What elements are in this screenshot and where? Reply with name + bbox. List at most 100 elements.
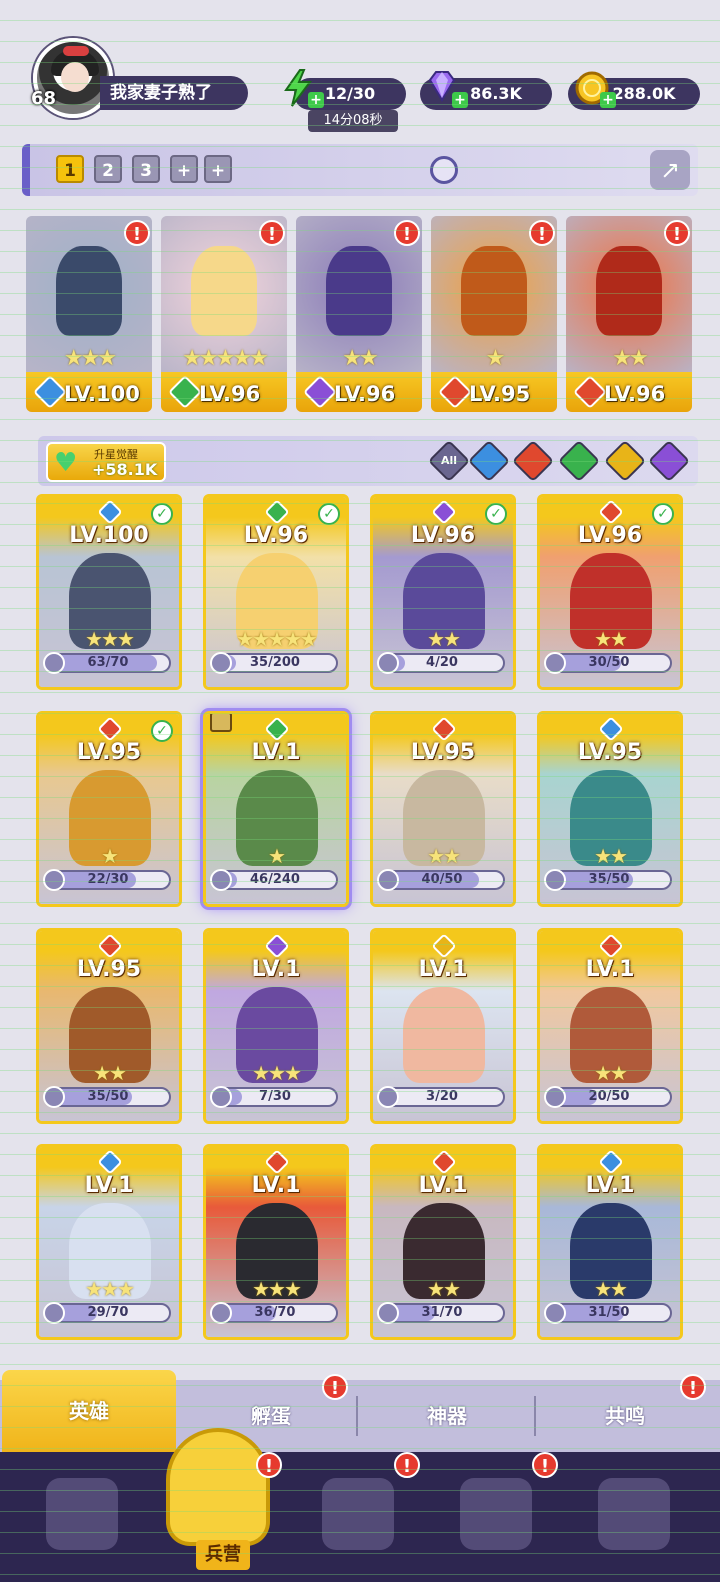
treasure-icon bbox=[210, 714, 232, 732]
hero-level: LV.96 bbox=[577, 523, 643, 548]
hero-card[interactable]: LV.95 ★★ 35/50 bbox=[537, 711, 683, 907]
shard-count: 63/70 bbox=[87, 655, 129, 670]
player-level: 68 bbox=[31, 88, 57, 109]
team-slot-2[interactable]: 2 bbox=[94, 155, 122, 183]
tab-heroes[interactable]: 英雄 bbox=[2, 1370, 176, 1452]
resonance-alert-icon: ! bbox=[680, 1374, 706, 1400]
hero-stars: ★★ bbox=[594, 627, 628, 651]
temple-alert-icon: ! bbox=[532, 1452, 558, 1478]
shard-progress-bar: 31/50 bbox=[544, 1302, 672, 1324]
hero-level: LV.95 bbox=[410, 740, 476, 765]
hero-card[interactable]: LV.1 ★★ 31/50 bbox=[537, 1144, 683, 1340]
shard-progress-bar: 36/70 bbox=[210, 1302, 338, 1324]
hero-card[interactable]: LV.100 ★★★ 63/70 ✓ bbox=[36, 494, 182, 690]
hero-stars: ★★ bbox=[594, 1061, 628, 1085]
upgrade-alert-icon: ! bbox=[124, 220, 150, 246]
hero-stars: ★★★ bbox=[252, 1277, 302, 1301]
hero-stars: ★★★ bbox=[85, 1277, 135, 1301]
hero-card[interactable]: LV.1 3/20 bbox=[370, 928, 516, 1124]
team-slot-add-2[interactable]: + bbox=[204, 155, 232, 183]
hero-card[interactable]: LV.1 ★★★ 36/70 bbox=[203, 1144, 349, 1340]
awaken-value: +58.1K bbox=[92, 460, 158, 479]
nav-cards-icon[interactable] bbox=[46, 1478, 118, 1550]
hero-card[interactable]: LV.95 ★★ 40/50 bbox=[370, 711, 516, 907]
nav-guild-icon[interactable] bbox=[598, 1478, 670, 1550]
shard-count: 30/50 bbox=[588, 655, 630, 670]
gems-plus-icon[interactable]: + bbox=[452, 92, 468, 108]
tab-artifacts[interactable]: 神器 bbox=[360, 1380, 534, 1452]
hero-card[interactable]: LV.1 ★ 46/240 bbox=[203, 711, 349, 907]
upgrade-alert-icon: ! bbox=[394, 220, 420, 246]
hero-level: LV.100 bbox=[64, 382, 140, 406]
team-slot-3[interactable]: 3 bbox=[132, 155, 160, 183]
nav-temple-icon[interactable] bbox=[460, 1478, 532, 1550]
energy-plus-icon[interactable]: + bbox=[308, 92, 324, 108]
hero-card[interactable]: LV.1 ★★ 20/50 bbox=[537, 928, 683, 1124]
hero-card[interactable]: LV.96 ★★ 4/20 ✓ bbox=[370, 494, 516, 690]
filter-light-icon[interactable] bbox=[603, 439, 647, 483]
shard-count: 36/70 bbox=[254, 1305, 296, 1320]
hero-stars: ★★ bbox=[342, 346, 378, 371]
hero-level: LV.1 bbox=[585, 957, 635, 982]
hero-card[interactable]: LV.1 ★★★ 7/30 bbox=[203, 928, 349, 1124]
team-hero-card[interactable]: ★★ LV.96! bbox=[296, 216, 422, 412]
shard-progress-bar: 20/50 bbox=[544, 1086, 672, 1108]
nav-map-icon[interactable] bbox=[322, 1478, 394, 1550]
shard-count: 20/50 bbox=[588, 1089, 630, 1104]
shard-count: 35/50 bbox=[588, 872, 630, 887]
upgrade-alert-icon: ! bbox=[529, 220, 555, 246]
share-button[interactable]: ↗ bbox=[650, 150, 690, 190]
hero-figure bbox=[596, 246, 662, 336]
filter-water-icon[interactable] bbox=[467, 439, 511, 483]
nav-barracks-label: 兵营 bbox=[196, 1540, 250, 1570]
shard-count: 35/50 bbox=[87, 1089, 129, 1104]
team-info-icon[interactable] bbox=[430, 156, 458, 184]
top-header: 68 我家妻子熟了 12/30 + 14分08秒 86.3K + 288.0K … bbox=[0, 30, 720, 132]
star-awaken-button[interactable]: ♥ 升星觉醒 +58.1K bbox=[46, 442, 166, 482]
filter-dark-icon[interactable] bbox=[647, 439, 691, 483]
shard-progress-bar: 4/20 bbox=[377, 652, 505, 674]
team-hero-card[interactable]: ★★★ LV.100! bbox=[26, 216, 152, 412]
team-hero-card[interactable]: ★ LV.95! bbox=[431, 216, 557, 412]
upgrade-alert-icon: ! bbox=[664, 220, 690, 246]
shard-count: 40/50 bbox=[421, 872, 463, 887]
shard-progress-bar: 35/200 bbox=[210, 652, 338, 674]
shard-progress-bar: 35/50 bbox=[544, 869, 672, 891]
hero-stars: ★ bbox=[101, 844, 119, 868]
team-hero-card[interactable]: ★★ LV.96! bbox=[566, 216, 692, 412]
map-alert-icon: ! bbox=[394, 1452, 420, 1478]
deployed-check-icon: ✓ bbox=[485, 503, 507, 525]
shard-progress-bar: 63/70 bbox=[43, 652, 171, 674]
hero-card[interactable]: LV.1 ★★ 31/70 bbox=[370, 1144, 516, 1340]
hero-level: LV.95 bbox=[76, 740, 142, 765]
hero-level: LV.96 bbox=[243, 523, 309, 548]
nav-barracks-icon[interactable] bbox=[170, 1432, 266, 1542]
hero-card[interactable]: LV.95 ★ 22/30 ✓ bbox=[36, 711, 182, 907]
team-slot-add-1[interactable]: + bbox=[170, 155, 198, 183]
hero-figure bbox=[326, 246, 392, 336]
hero-level: LV.95 bbox=[469, 382, 531, 406]
tab-divider bbox=[356, 1396, 358, 1436]
deployed-check-icon: ✓ bbox=[151, 720, 173, 742]
player-name[interactable]: 我家妻子熟了 bbox=[100, 76, 248, 110]
hero-level: LV.96 bbox=[604, 382, 666, 406]
filter-fire-icon[interactable] bbox=[511, 439, 555, 483]
hero-card[interactable]: LV.1 ★★★ 29/70 bbox=[36, 1144, 182, 1340]
hero-card[interactable]: LV.96 ★★ 30/50 ✓ bbox=[537, 494, 683, 690]
hero-stars: ★★★ bbox=[85, 627, 135, 651]
hero-level: LV.95 bbox=[76, 957, 142, 982]
filter-nature-icon[interactable] bbox=[557, 439, 601, 483]
team-slot-1[interactable]: 1 bbox=[56, 155, 84, 183]
hero-card[interactable]: LV.95 ★★ 35/50 bbox=[36, 928, 182, 1124]
hero-card[interactable]: LV.96 ★★★★★ 35/200 ✓ bbox=[203, 494, 349, 690]
shard-progress-bar: 22/30 bbox=[43, 869, 171, 891]
hero-figure bbox=[191, 246, 257, 336]
shard-progress-bar: 29/70 bbox=[43, 1302, 171, 1324]
filter-label: All bbox=[440, 454, 458, 467]
deployed-check-icon: ✓ bbox=[652, 503, 674, 525]
shard-count: 35/200 bbox=[250, 655, 300, 670]
hero-stars: ★★ bbox=[427, 844, 461, 868]
team-hero-card[interactable]: ★★★★★ LV.96! bbox=[161, 216, 287, 412]
coins-plus-icon[interactable]: + bbox=[600, 92, 616, 108]
filter-all-icon[interactable]: All bbox=[427, 439, 471, 483]
